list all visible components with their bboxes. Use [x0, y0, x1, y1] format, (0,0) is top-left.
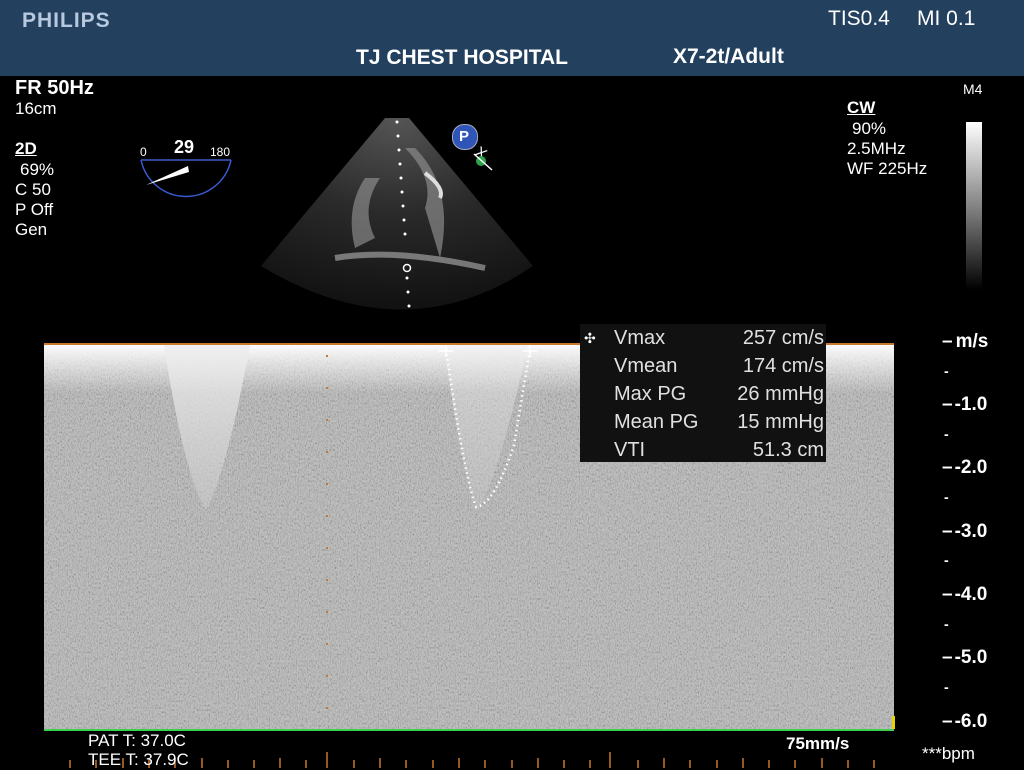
persistence: P Off — [15, 200, 54, 219]
wall-filter: WF 225Hz — [847, 159, 928, 178]
scale-minor-tick: - — [944, 552, 949, 568]
scale-minor-tick: - — [944, 363, 949, 379]
scale-tick-4: – -4.0 — [942, 584, 988, 605]
frame-rate: FR 50Hz — [15, 77, 94, 99]
scale-minor-tick: - — [944, 616, 949, 632]
scale-tick-2: – -2.0 — [942, 457, 988, 478]
scale-minor-tick: - — [944, 426, 949, 442]
meas-value: 26 mmHg — [737, 383, 824, 405]
tx-indicator-icon: X — [472, 143, 493, 171]
heart-rate: ***bpm — [922, 744, 975, 763]
grayscale-bar — [966, 122, 982, 290]
mi-readout: MI 0.1 — [917, 7, 976, 30]
map-label: M4 — [963, 81, 983, 97]
cw-frequency: 2.5MHz — [847, 139, 906, 158]
angle-dial-icon — [140, 159, 232, 198]
patient-temp: PAT T: 37.0C — [88, 731, 186, 750]
meas-label: Vmean — [614, 355, 678, 377]
mode-2d: 2D — [15, 139, 37, 158]
meas-value: 51.3 cm — [752, 439, 824, 461]
scale-minor-tick: - — [944, 489, 949, 505]
tis-readout: TIS0.4 — [828, 7, 890, 30]
sweep-speed: 75mm/s — [786, 734, 850, 753]
mode-cw: CW — [847, 98, 876, 117]
meas-value: 15 mmHg — [737, 411, 824, 433]
meas-label: Max PG — [614, 383, 687, 405]
meas-label: Mean PG — [614, 411, 699, 433]
measurement-panel: ✣ Vmax 257 cm/s Vmean 174 cm/s Max PG 26… — [580, 324, 826, 462]
sweep-cursor — [892, 716, 895, 729]
scale-unit: m/s — [955, 331, 989, 352]
scale-tick-5: – -5.0 — [942, 647, 988, 668]
depth: 16cm — [15, 99, 57, 118]
scale-tick-6: – -6.0 — [942, 711, 988, 732]
angle-value: 29 — [174, 137, 195, 157]
meas-value: 257 cm/s — [742, 327, 824, 349]
scale-minor-tick: - — [944, 679, 949, 695]
probe-preset: X7-2t/Adult — [673, 45, 784, 68]
velocity-scale: – m/s - – -1.0 - – -2.0 - – -3.0 - – -4.0 - –… — [940, 330, 1024, 732]
preset: Gen — [15, 220, 48, 239]
scale-tick-3: – -3.0 — [942, 521, 988, 542]
compression: C 50 — [15, 180, 51, 199]
meas-value: 174 cm/s — [742, 355, 824, 377]
crosshair-icon: ✣ — [584, 330, 596, 346]
brand-logo: PHILIPS — [22, 9, 111, 32]
meas-label: Vmax — [614, 327, 666, 349]
hospital-name: TJ CHEST HOSPITAL — [356, 46, 568, 69]
scale-tick-1: – -1.0 — [942, 394, 988, 415]
header-bar: PHILIPS TIS0.4 MI 0.1 TJ CHEST HOSPITAL … — [0, 0, 1024, 76]
cw-gain: 90% — [852, 119, 887, 138]
meas-label: VTI — [614, 439, 646, 461]
2d-gain: 69% — [20, 160, 55, 179]
tee-temp: TEE T: 37.9C — [88, 750, 189, 769]
scale-unit-row: – m/s — [942, 331, 989, 352]
